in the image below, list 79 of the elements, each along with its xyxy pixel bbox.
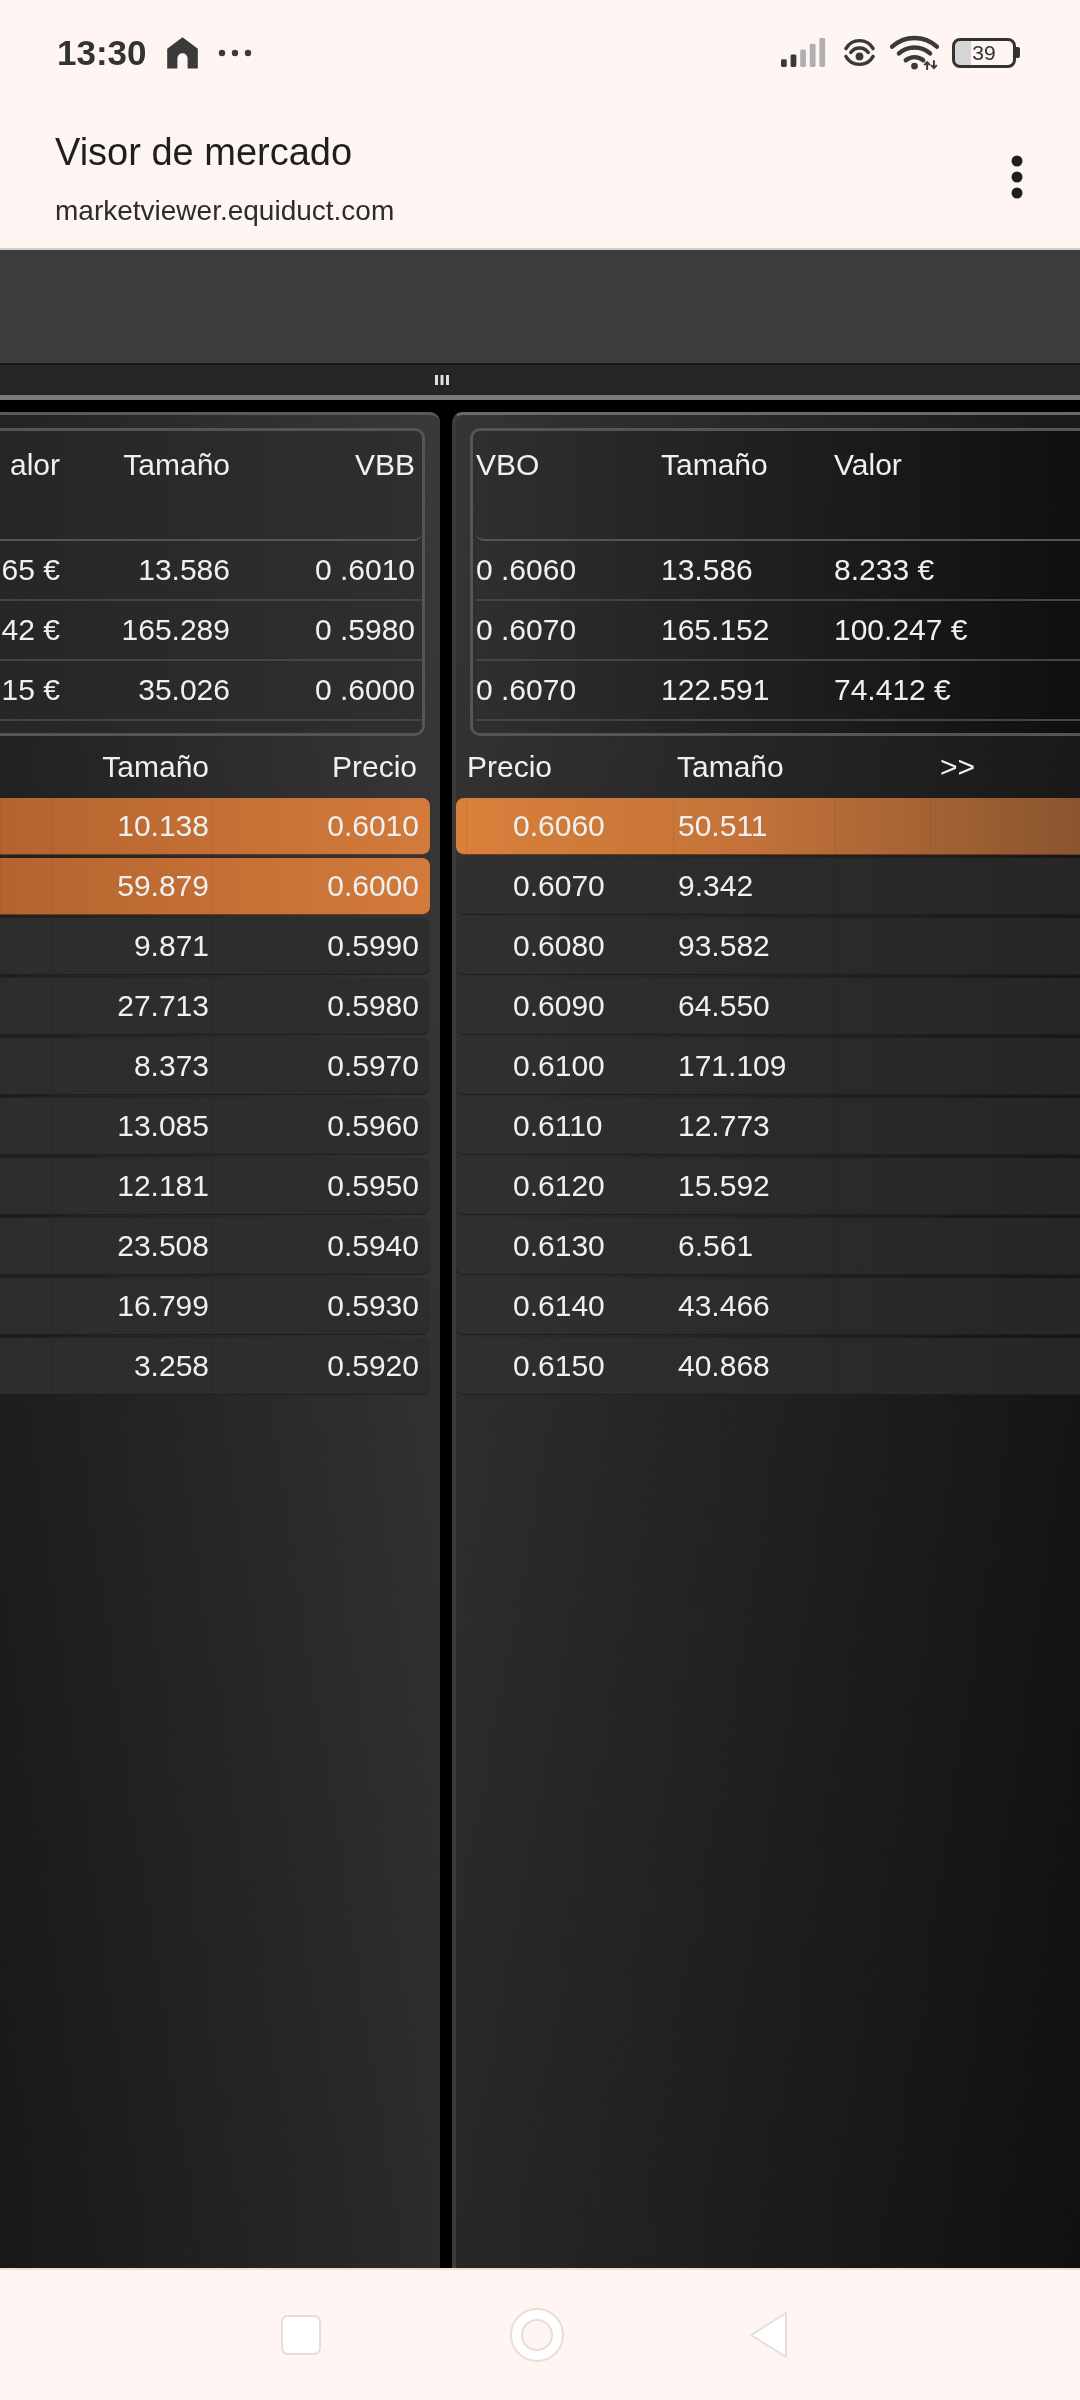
column-header: alor	[8, 447, 60, 483]
expand-button[interactable]: >>	[940, 749, 976, 785]
price-cell: 0.6060	[466, 798, 673, 854]
more-options-icon[interactable]	[1010, 153, 1024, 200]
price-cell: 0.5940	[212, 1218, 420, 1274]
price-cell: 0.6010	[212, 798, 420, 854]
size-cell: 9.871	[52, 918, 212, 974]
page-title: Visor de mercado	[55, 129, 354, 174]
price-cell: 0.6130	[466, 1218, 673, 1274]
column-header: VBB	[353, 447, 415, 483]
table-cell-text: 165.289	[120, 612, 230, 648]
wifi-icon	[890, 35, 939, 70]
clock-time: 13:30	[57, 32, 147, 73]
table-cell: 42 €	[0, 612, 60, 648]
table-cell-text: 0 .6070	[476, 612, 578, 648]
size-cell: 43.466	[673, 1278, 835, 1334]
column-header: Precio	[330, 749, 418, 785]
grip-icon[interactable]	[435, 375, 449, 385]
table-cell: 15 €	[0, 672, 60, 708]
size-cell: 40.868	[673, 1338, 835, 1394]
table-cell-text: 0 .6000	[313, 672, 415, 708]
price-cell: 0.6070	[466, 858, 673, 914]
price-cell: 0.5920	[212, 1338, 420, 1394]
size-cell: 6.561	[673, 1218, 835, 1274]
size-cell: 59.879	[52, 858, 212, 914]
column-header: Tamaño	[677, 749, 785, 785]
table-cell-text: 13.586	[661, 552, 754, 588]
size-cell: 8.373	[52, 1038, 212, 1094]
price-cell: 0.6100	[466, 1038, 673, 1094]
column-header: VBO	[476, 447, 541, 483]
price-cell: 0.6120	[466, 1158, 673, 1214]
table-cell: 65 €	[0, 552, 60, 588]
price-cell: 0.5970	[212, 1038, 420, 1094]
column-header: Valor	[834, 447, 903, 483]
price-cell: 0.6110	[466, 1098, 673, 1154]
price-cell: 0.6140	[466, 1278, 673, 1334]
table-cell-text: 0 .6010	[313, 552, 415, 588]
table-cell-text: 122.591	[661, 672, 771, 708]
price-cell: 0.5930	[212, 1278, 420, 1334]
price-cell: 0.6080	[466, 918, 673, 974]
size-cell: 12.181	[52, 1158, 212, 1214]
size-cell: 64.550	[673, 978, 835, 1034]
size-cell: 27.713	[52, 978, 212, 1034]
table-cell-text: 13.586	[137, 552, 230, 588]
price-cell: 0.6150	[466, 1338, 673, 1394]
column-header: Tamaño	[101, 749, 210, 785]
price-cell: 0.5990	[212, 918, 420, 974]
price-cell: 0.6000	[212, 858, 420, 914]
table-cell-text: 8.233 €	[834, 552, 936, 588]
home-icon	[164, 35, 200, 70]
table-cell-text: 0 .5980	[313, 612, 415, 648]
price-cell: 0.5960	[212, 1098, 420, 1154]
size-cell: 13.085	[52, 1098, 212, 1154]
size-cell: 93.582	[673, 918, 835, 974]
column-header: Tamaño	[661, 447, 769, 483]
size-cell: 50.511	[673, 798, 835, 854]
column-header: Precio	[467, 749, 554, 785]
size-cell: 12.773	[673, 1098, 835, 1154]
price-cell: 0.6090	[466, 978, 673, 1034]
more-dots-icon	[217, 48, 252, 57]
battery-indicator: 39	[952, 37, 1020, 68]
table-cell-text: 0 .6060	[476, 552, 578, 588]
table-cell-text: 100.247 €	[834, 612, 969, 648]
size-cell: 171.109	[673, 1038, 835, 1094]
size-cell: 23.508	[52, 1218, 212, 1274]
page-url: marketviewer.equiduct.com	[55, 193, 395, 228]
price-cell: 0.5950	[212, 1158, 420, 1214]
table-cell-text: 0 .6070	[476, 672, 578, 708]
size-cell: 9.342	[673, 858, 835, 914]
price-cell: 0.5980	[212, 978, 420, 1034]
size-cell: 15.592	[673, 1158, 835, 1214]
size-cell: 16.799	[52, 1278, 212, 1334]
table-cell-text: 35.026	[137, 672, 230, 708]
size-cell: 10.138	[52, 798, 212, 854]
size-cell: 3.258	[52, 1338, 212, 1394]
table-cell-text: 165.152	[661, 612, 771, 648]
splitter-bar[interactable]	[0, 365, 1080, 400]
table-cell-text: 74.412 €	[834, 672, 952, 708]
column-header: Tamaño	[122, 447, 230, 483]
